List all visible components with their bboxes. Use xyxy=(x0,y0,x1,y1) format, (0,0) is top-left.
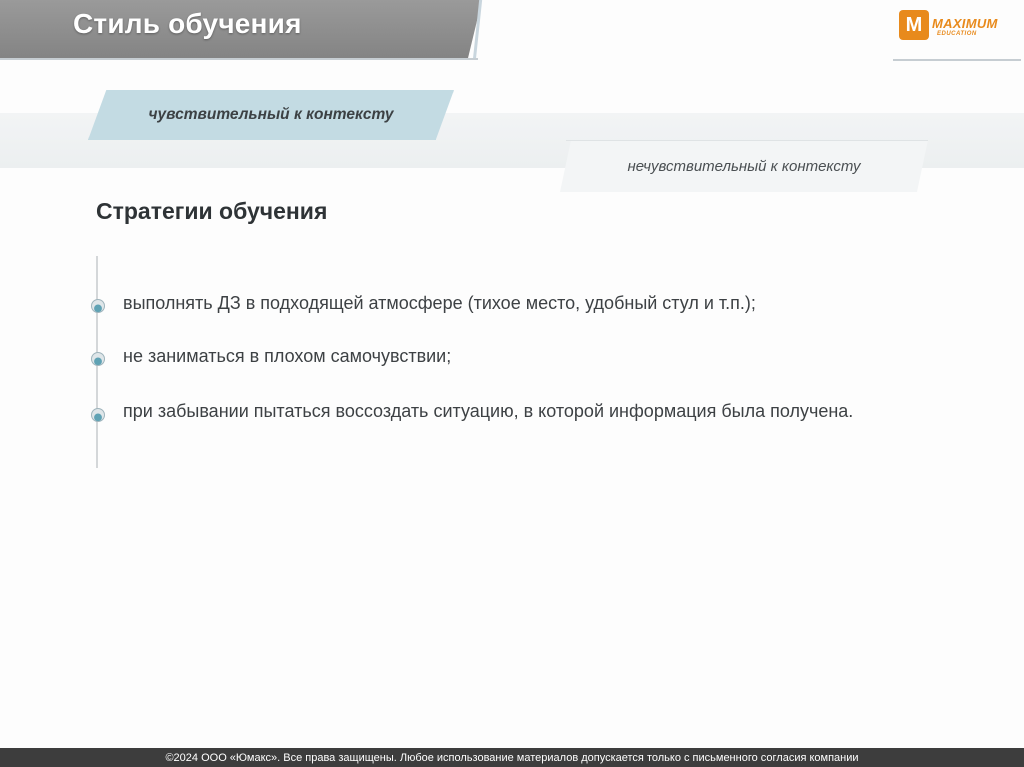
list-item: выполнять ДЗ в подходящей атмосфере (тих… xyxy=(123,293,756,313)
tag-context-sensitive: чувствительный к контексту xyxy=(88,90,454,140)
bullet-icon xyxy=(91,408,105,422)
list-item: не заниматься в плохом самочувствии; xyxy=(123,346,452,366)
logo-name: MAXIMUM xyxy=(932,16,998,31)
logo-rule xyxy=(893,59,1021,61)
logo-sub: EDUCATION xyxy=(937,31,977,37)
footer-copyright: ©2024 ООО «Юмакс». Все права защищены. Л… xyxy=(0,748,1024,767)
header-rule xyxy=(0,58,478,60)
tag-context-insensitive-border xyxy=(566,140,928,193)
section-title: Стратегии обучения xyxy=(96,198,328,224)
page-title: Стиль обучения xyxy=(73,8,302,39)
list-item: при забывании пытаться воссоздать ситуац… xyxy=(123,401,854,421)
bullet-icon xyxy=(91,352,105,366)
bullet-icon xyxy=(91,299,105,313)
logo-mark-icon: M xyxy=(899,10,929,40)
maximum-logo: M MAXIMUM EDUCATION xyxy=(893,6,1021,61)
